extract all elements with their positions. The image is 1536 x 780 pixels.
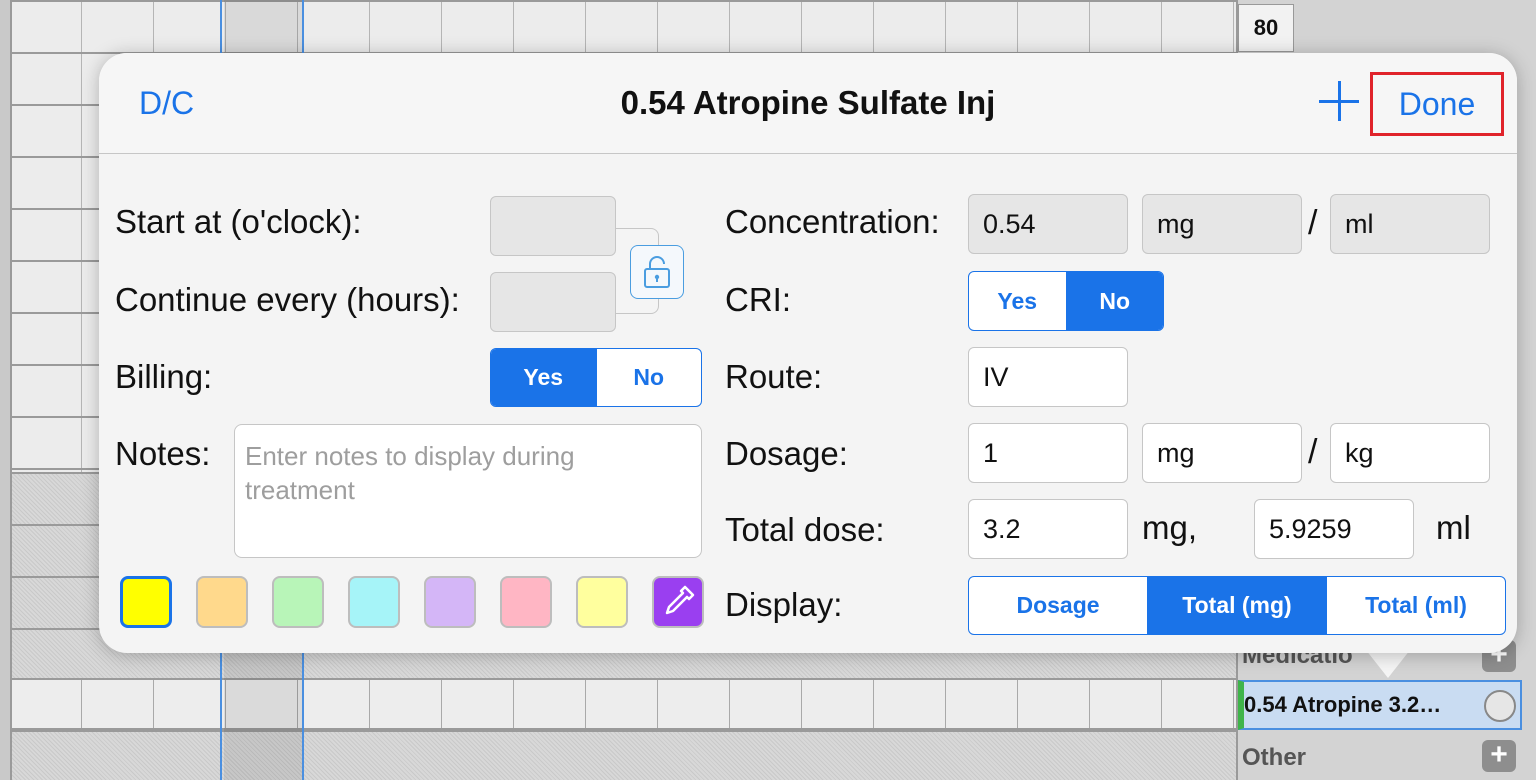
route-label: Route:: [725, 358, 823, 395]
total-dose-ml-unit: ml: [1436, 509, 1471, 546]
notes-textarea[interactable]: Enter notes to display during treatment: [234, 424, 702, 558]
total-dose-mg-input[interactable]: 3.2: [968, 499, 1128, 559]
display-segmented-control: Dosage Total (mg) Total (ml): [968, 576, 1506, 635]
medication-entry-label: 0.54 Atropine 3.2…: [1244, 692, 1442, 717]
total-dose-ml-input[interactable]: 5.9259: [1254, 499, 1414, 559]
cri-segmented-control: Yes No: [968, 271, 1164, 331]
medication-entry[interactable]: 0.54 Atropine 3.2…: [1238, 680, 1522, 730]
popover-title: 0.54 Atropine Sulfate Inj: [620, 84, 996, 121]
unlocked-padlock-icon[interactable]: [630, 245, 684, 299]
color-swatch[interactable]: [348, 576, 400, 628]
concentration-label: Concentration:: [725, 203, 940, 240]
other-section-label: Other: [1242, 744, 1307, 771]
popover-header: D/C 0.54 Atropine Sulfate Inj Done: [99, 53, 1517, 154]
notes-label: Notes:: [115, 435, 211, 472]
concentration-value-input[interactable]: 0.54: [968, 194, 1128, 254]
route-input[interactable]: IV: [968, 347, 1128, 407]
grid-section-band: [12, 730, 1236, 780]
display-total-ml-segment[interactable]: Total (ml): [1326, 577, 1505, 634]
add-other-button[interactable]: +: [1482, 740, 1516, 772]
billing-yes-segment[interactable]: Yes: [491, 349, 596, 406]
dosage-unit-input[interactable]: mg: [1142, 423, 1302, 483]
display-label: Display:: [725, 586, 843, 623]
color-swatch[interactable]: [196, 576, 248, 628]
start-at-label: Start at (o'clock):: [115, 203, 362, 240]
concentration-unit-input[interactable]: mg: [1142, 194, 1302, 254]
notes-placeholder: Enter notes to display during treatment: [245, 441, 575, 505]
total-dose-mg-unit: mg,: [1142, 509, 1198, 546]
color-swatch[interactable]: [272, 576, 324, 628]
medication-edit-popover: D/C 0.54 Atropine Sulfate Inj Done: [99, 53, 1517, 653]
continue-every-label: Continue every (hours):: [115, 281, 460, 318]
color-swatch[interactable]: [576, 576, 628, 628]
concentration-per-unit-input[interactable]: ml: [1330, 194, 1490, 254]
medication-status-circle[interactable]: [1484, 690, 1516, 722]
dosage-per-unit-input[interactable]: kg: [1330, 423, 1490, 483]
discontinue-button[interactable]: D/C: [139, 85, 194, 122]
dosage-label: Dosage:: [725, 435, 848, 472]
billing-no-segment[interactable]: No: [595, 349, 702, 406]
scale-value: 80: [1238, 4, 1294, 52]
total-dose-label: Total dose:: [725, 511, 885, 548]
eyedropper-icon: [665, 585, 695, 615]
popover-arrow: [1366, 650, 1410, 678]
add-plus-icon[interactable]: [1319, 81, 1359, 121]
dosage-value-input[interactable]: 1: [968, 423, 1128, 483]
display-total-mg-segment[interactable]: Total (mg): [1147, 577, 1326, 634]
start-at-input[interactable]: [490, 196, 616, 256]
color-picker-button[interactable]: [652, 576, 704, 628]
cri-yes-segment[interactable]: Yes: [969, 272, 1066, 330]
done-button[interactable]: Done: [1370, 72, 1504, 136]
billing-segmented-control: Yes No: [490, 348, 702, 407]
display-dosage-segment[interactable]: Dosage: [969, 577, 1147, 634]
billing-label: Billing:: [115, 358, 213, 395]
medication-grid-row[interactable]: [12, 678, 1236, 730]
color-swatch[interactable]: [424, 576, 476, 628]
cri-no-segment[interactable]: No: [1065, 272, 1163, 330]
cri-label: CRI:: [725, 281, 791, 318]
grid-left-edge: [0, 0, 12, 780]
color-swatch[interactable]: [500, 576, 552, 628]
color-swatch[interactable]: [120, 576, 172, 628]
concentration-per-separator: /: [1308, 204, 1318, 242]
continue-every-input[interactable]: [490, 272, 616, 332]
dosage-per-separator: /: [1308, 433, 1318, 471]
